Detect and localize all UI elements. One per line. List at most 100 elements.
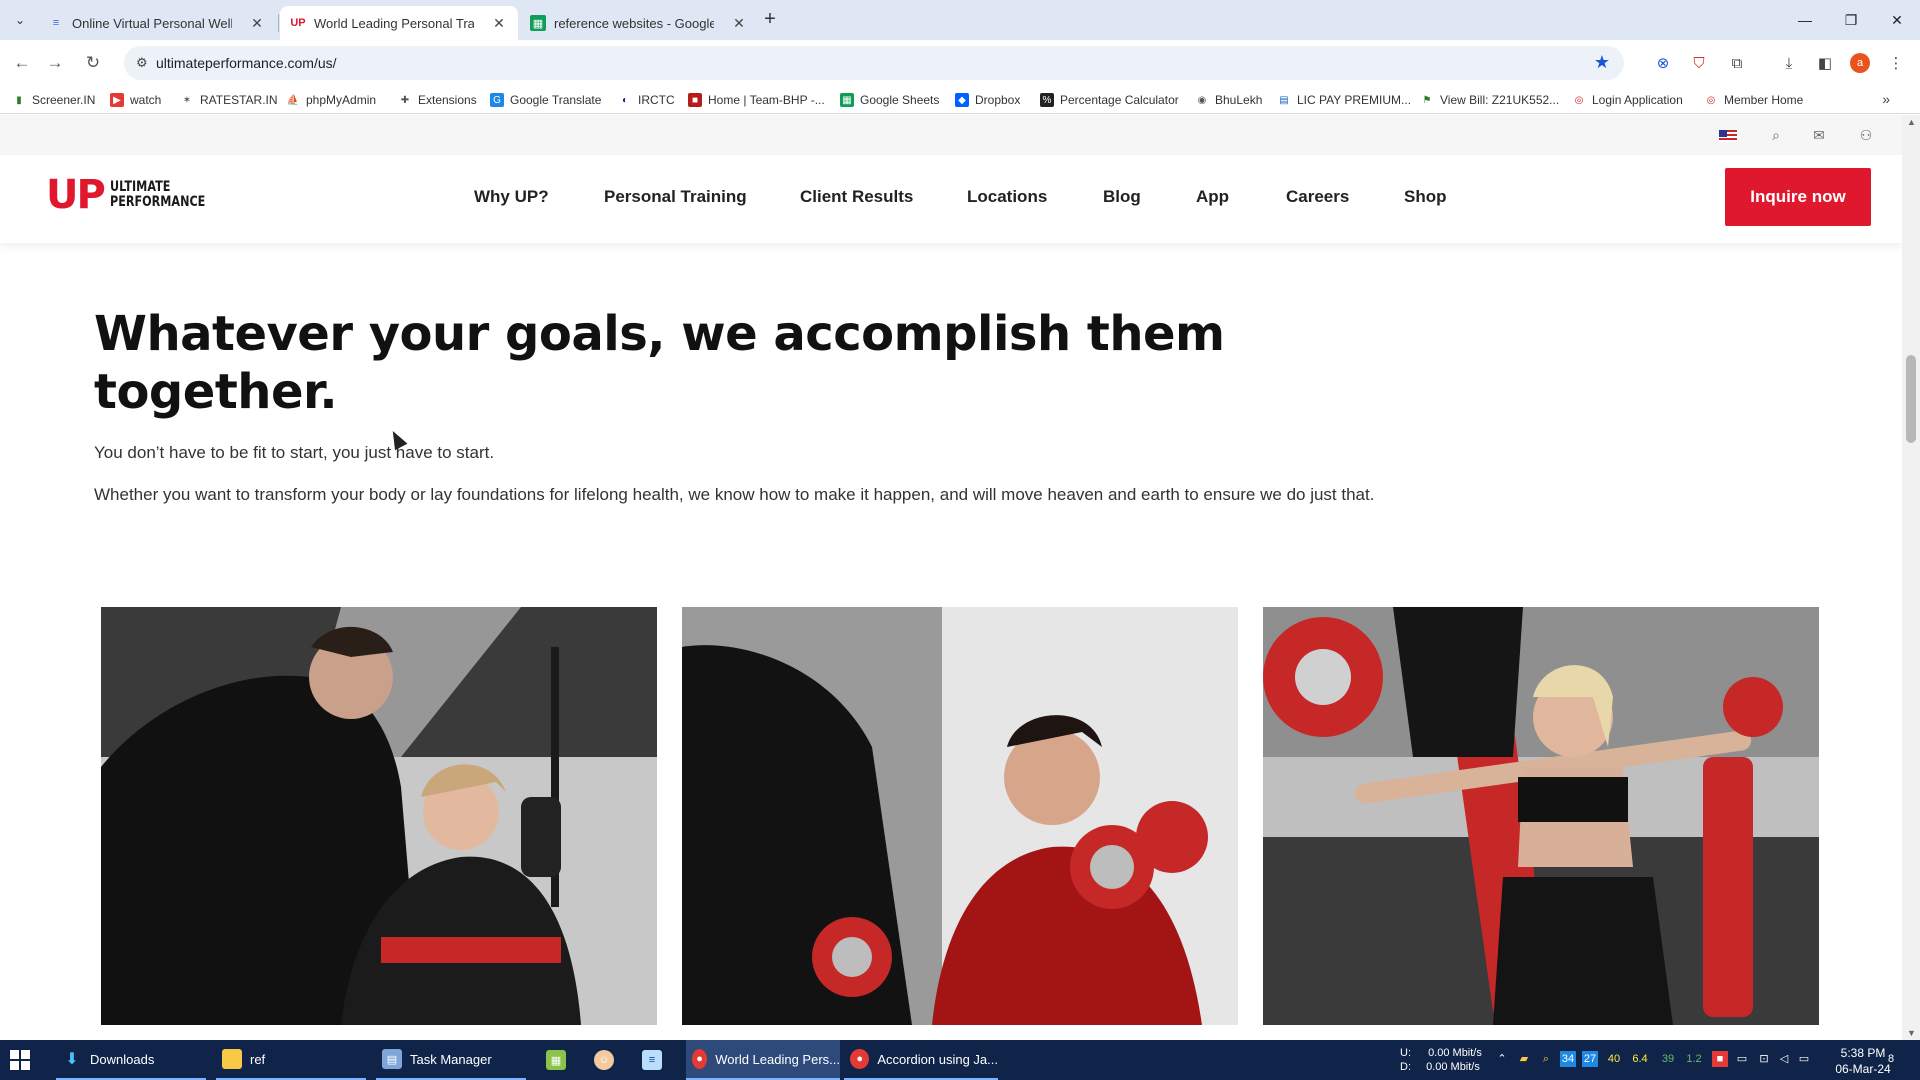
- bookmark-lic[interactable]: ▤ LIC PAY PREMIUM...: [1277, 91, 1411, 109]
- description-text: Whether you want to transform your body …: [94, 485, 1375, 504]
- inquire-now-button[interactable]: Inquire now: [1725, 168, 1871, 226]
- language-icon[interactable]: ▭: [1796, 1051, 1812, 1067]
- page-viewport: ⌕ ✉ ⚇ UP ULTIMATE PERFORMANCE Why UP? Pe…: [0, 115, 1902, 1040]
- headline-line-1: Whatever your goals, we accomplish them: [94, 306, 1225, 362]
- taskbar-face-app[interactable]: ☺: [588, 1040, 622, 1080]
- folder-tray-icon[interactable]: ▰: [1516, 1051, 1532, 1067]
- battery-icon[interactable]: ▭: [1734, 1051, 1750, 1067]
- profile-avatar[interactable]: a: [1850, 53, 1870, 73]
- taskbar-chrome-ultimate-performance[interactable]: ● World Leading Pers...: [686, 1040, 840, 1080]
- tab-separator: [278, 14, 279, 32]
- close-icon[interactable]: ✕: [248, 15, 266, 32]
- nav-app[interactable]: App: [1196, 187, 1229, 207]
- bookmark-label: phpMyAdmin: [306, 93, 377, 107]
- clock-time: 5:38 PM: [1840, 1046, 1886, 1060]
- back-icon[interactable]: ←: [11, 52, 33, 74]
- bookmark-team-bhp[interactable]: ■ Home | Team-BHP -...: [688, 91, 825, 109]
- shield-icon[interactable]: ⛉: [1688, 52, 1710, 74]
- windows-start-icon[interactable]: [10, 1050, 30, 1070]
- gpu-load-value: 1.2: [1686, 1053, 1702, 1065]
- percent-icon: %: [1040, 93, 1054, 107]
- bookmark-screener[interactable]: ▮ Screener.IN: [12, 91, 95, 109]
- search-icon[interactable]: ⌕: [1766, 125, 1786, 145]
- taskbar-ref-folder[interactable]: ref: [216, 1040, 366, 1080]
- tab-search-icon[interactable]: ⌄: [8, 8, 32, 32]
- taskbar-chrome-accordion[interactable]: ● Accordion using Ja...: [844, 1040, 998, 1080]
- bookmark-percentage-calculator[interactable]: % Percentage Calculator: [1040, 91, 1179, 109]
- bookmark-phpmyadmin[interactable]: ⛵ phpMyAdmin: [286, 91, 376, 109]
- bookmark-dropbox[interactable]: ◆ Dropbox: [955, 91, 1020, 109]
- bookmark-view-bill[interactable]: ⚑ View Bill: Z21UK552...: [1420, 91, 1560, 109]
- scroll-up-arrow-icon[interactable]: ▲: [1907, 117, 1916, 127]
- bookmark-star-icon[interactable]: ★: [1594, 52, 1610, 73]
- search-tray-icon[interactable]: ⌕: [1538, 1051, 1554, 1067]
- headline-line-2: together.: [94, 364, 338, 420]
- up-logo-icon: UP: [290, 17, 306, 29]
- nav-why-up[interactable]: Why UP?: [474, 187, 549, 207]
- red-app-tray-icon[interactable]: ■: [1712, 1051, 1728, 1067]
- us-flag-icon[interactable]: [1719, 130, 1737, 142]
- forward-icon[interactable]: →: [44, 52, 66, 74]
- bookmark-member-home[interactable]: ◎ Member Home: [1704, 91, 1804, 109]
- user-icon[interactable]: ⚇: [1856, 125, 1876, 145]
- notification-center-icon[interactable]: 8: [1880, 1051, 1902, 1067]
- nav-personal-training[interactable]: Personal Training: [604, 187, 747, 207]
- app-tray-icon-34[interactable]: 34: [1560, 1051, 1576, 1067]
- nav-client-results[interactable]: Client Results: [800, 187, 913, 207]
- tab-google-sheets[interactable]: ▦ reference websites - Google Sheets ✕: [520, 6, 758, 40]
- page-headline: Whatever your goals, we accomplish them …: [94, 305, 1254, 421]
- nav-blog[interactable]: Blog: [1103, 187, 1141, 207]
- extension-icon[interactable]: ⊗: [1652, 52, 1674, 74]
- network-icon[interactable]: ⊡: [1756, 1051, 1772, 1067]
- cpu-temp-value: 40: [1607, 1053, 1621, 1065]
- more-bookmarks-icon[interactable]: »: [1882, 91, 1890, 107]
- close-icon[interactable]: ✕: [730, 15, 748, 32]
- tab-ultimate-performance[interactable]: UP World Leading Personal Trainers ✕: [280, 6, 518, 40]
- scrollbar-thumb[interactable]: [1906, 355, 1916, 443]
- bookmark-ratestar[interactable]: ✶ RATESTAR.IN: [180, 91, 278, 109]
- face-app-icon: ☺: [594, 1050, 614, 1070]
- mail-icon[interactable]: ✉: [1809, 125, 1829, 145]
- nav-locations[interactable]: Locations: [967, 187, 1047, 207]
- tab-title: World Leading Personal Trainers: [314, 15, 474, 31]
- sheets-icon: ▦: [530, 15, 546, 31]
- bookmark-irctc[interactable]: ◐ IRCTC: [618, 91, 675, 109]
- puzzle-icon: ✚: [400, 94, 410, 106]
- reload-icon[interactable]: ↻: [82, 52, 104, 74]
- translate-icon: G: [490, 93, 504, 107]
- address-bar[interactable]: ⚙ ultimateperformance.com/us/ ★: [124, 46, 1624, 80]
- app-tray-icon-27[interactable]: 27: [1582, 1051, 1598, 1067]
- bookmark-watch[interactable]: ▶ watch: [110, 91, 161, 109]
- nav-careers[interactable]: Careers: [1286, 187, 1349, 207]
- close-icon[interactable]: ✕: [490, 15, 508, 32]
- page-scrollbar[interactable]: ▲ ▼: [1902, 115, 1920, 1040]
- menu-kebab-icon[interactable]: ⋮: [1885, 52, 1907, 74]
- ultimate-performance-logo[interactable]: UP ULTIMATE PERFORMANCE: [46, 175, 229, 215]
- nav-shop[interactable]: Shop: [1404, 187, 1447, 207]
- site-settings-icon[interactable]: ⚙: [136, 55, 148, 71]
- taskbar-spreadsheet-app[interactable]: ▦: [540, 1040, 574, 1080]
- chrome-icon: ●: [850, 1049, 870, 1069]
- extensions-puzzle-icon[interactable]: ⧉: [1726, 52, 1748, 74]
- download-icon[interactable]: ⤓: [1778, 52, 1800, 74]
- bookmark-label: Google Translate: [510, 93, 602, 107]
- bookmark-extensions[interactable]: ✚ Extensions: [398, 91, 477, 109]
- taskbar-notepad[interactable]: ≡: [636, 1040, 670, 1080]
- bookmark-label: Google Sheets: [860, 93, 940, 107]
- taskbar-task-manager[interactable]: ▤ Task Manager: [376, 1040, 526, 1080]
- logo-wordmark: ULTIMATE PERFORMANCE: [110, 180, 205, 210]
- minimize-button[interactable]: —: [1782, 0, 1828, 40]
- scroll-down-arrow-icon[interactable]: ▼: [1907, 1028, 1916, 1038]
- bookmark-google-sheets[interactable]: ▦ Google Sheets: [840, 91, 939, 109]
- restore-button[interactable]: ❐: [1828, 0, 1874, 40]
- volume-icon[interactable]: ◁: [1776, 1051, 1792, 1067]
- close-window-button[interactable]: ✕: [1874, 0, 1920, 40]
- taskbar-downloads[interactable]: ⬇ Downloads: [56, 1040, 206, 1080]
- new-tab-button[interactable]: +: [758, 8, 782, 32]
- bookmark-login-application[interactable]: ◎ Login Application: [1572, 91, 1683, 109]
- tab-wellness[interactable]: ≡ Online Virtual Personal Wellness ✕: [38, 6, 276, 40]
- show-hidden-icons-chevron-icon[interactable]: ⌃: [1494, 1051, 1510, 1067]
- side-panel-icon[interactable]: ◧: [1814, 52, 1836, 74]
- bookmark-bhulekh[interactable]: ◉ BhuLekh: [1195, 91, 1263, 109]
- bookmark-google-translate[interactable]: G Google Translate: [490, 91, 601, 109]
